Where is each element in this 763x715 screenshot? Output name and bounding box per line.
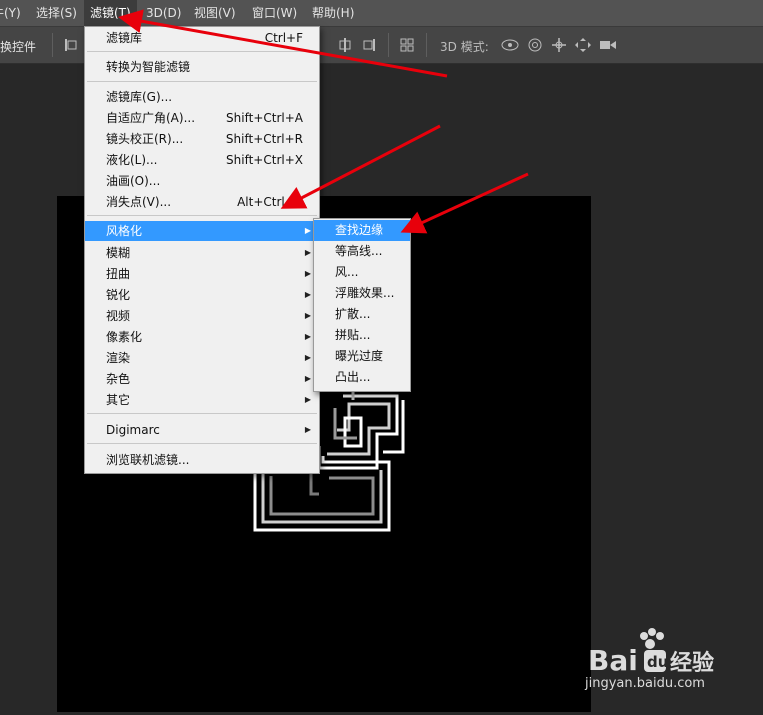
- submenu-item-solarize[interactable]: 曝光过度: [314, 346, 410, 367]
- menu-view[interactable]: 视图(V): [194, 0, 236, 26]
- menu-item-stylize[interactable]: 风格化 ▶: [85, 221, 319, 241]
- menu-item-noise[interactable]: 杂色 ▶: [85, 369, 319, 389]
- menu-item-liquify[interactable]: 液化(L)... Shift+Ctrl+X: [85, 150, 319, 170]
- menu-item-lens-correction[interactable]: 镜头校正(R)... Shift+Ctrl+R: [85, 129, 319, 149]
- distribute-icon[interactable]: [400, 37, 414, 53]
- 3d-mode-label: 3D 模式:: [440, 40, 489, 54]
- submenu-arrow-icon: ▶: [304, 290, 311, 299]
- align-right-icon[interactable]: [362, 37, 376, 53]
- menu-select[interactable]: 选择(S): [36, 0, 77, 26]
- baidu-logo-icon: Bai 经验 du: [588, 628, 714, 677]
- svg-text:du: du: [647, 653, 668, 671]
- menu-image[interactable]: 牛(Y): [0, 0, 21, 26]
- submenu-arrow-icon: ▶: [304, 374, 311, 383]
- menu-item-oil-paint[interactable]: 油画(O)...: [85, 171, 319, 191]
- divider: [388, 33, 389, 57]
- menu-item-distort[interactable]: 扭曲 ▶: [85, 264, 319, 284]
- menu-item-other[interactable]: 其它 ▶: [85, 390, 319, 410]
- submenu-arrow-icon: ▶: [304, 395, 311, 404]
- submenu-item-tiles[interactable]: 拼贴...: [314, 325, 410, 346]
- menu-help[interactable]: 帮助(H): [312, 0, 354, 26]
- divider: [426, 33, 427, 57]
- submenu-item-find-edges[interactable]: 查找边缘: [314, 220, 410, 241]
- filter-menu: 滤镜库 Ctrl+F 转换为智能滤镜 滤镜库(G)... 自适应广角(A)... S…: [84, 26, 320, 474]
- submenu-arrow-icon: ▶: [304, 311, 311, 320]
- watermark-url: jingyan.baidu.com: [585, 676, 705, 691]
- roll-3d-icon[interactable]: [526, 37, 544, 53]
- menu-item-video[interactable]: 视频 ▶: [85, 306, 319, 326]
- menu-item-blur[interactable]: 模糊 ▶: [85, 243, 319, 263]
- align-left-icon[interactable]: [64, 37, 78, 53]
- submenu-arrow-icon: ▶: [304, 226, 311, 235]
- transform-controls-label[interactable]: 换控件: [0, 38, 36, 55]
- menu-item-adaptive-wide-angle[interactable]: 自适应广角(A)... Shift+Ctrl+A: [85, 108, 319, 128]
- menu-separator: [87, 215, 317, 216]
- menu-separator: [87, 443, 317, 444]
- slide-3d-icon[interactable]: [574, 37, 592, 53]
- submenu-arrow-icon: ▶: [304, 269, 311, 278]
- submenu-arrow-icon: ▶: [304, 332, 311, 341]
- menu-item-last-filter[interactable]: 滤镜库 Ctrl+F: [85, 28, 319, 48]
- menu-item-sharpen[interactable]: 锐化 ▶: [85, 285, 319, 305]
- submenu-item-diffuse[interactable]: 扩散...: [314, 304, 410, 325]
- menu-window[interactable]: 窗口(W): [252, 0, 297, 26]
- menu-item-browse-filters-online[interactable]: 浏览联机滤镜...: [85, 450, 319, 470]
- menu-item-vanishing-point[interactable]: 消失点(V)... Alt+Ctrl+V: [85, 192, 319, 212]
- menu-bar: 牛(Y) 选择(S) 滤镜(T) 3D(D) 视图(V) 窗口(W) 帮助(H): [0, 0, 763, 27]
- menu-item-filter-gallery[interactable]: 滤镜库(G)...: [85, 87, 319, 107]
- pan-3d-icon[interactable]: [550, 37, 568, 53]
- rotate-3d-icon[interactable]: [500, 37, 520, 53]
- menu-3d[interactable]: 3D(D): [146, 0, 181, 26]
- submenu-item-extrude[interactable]: 凸出...: [314, 367, 410, 388]
- divider: [52, 33, 53, 57]
- menu-item-digimarc[interactable]: Digimarc ▶: [85, 420, 319, 440]
- menu-item-render[interactable]: 渲染 ▶: [85, 348, 319, 368]
- stylize-submenu: 查找边缘 等高线... 风... 浮雕效果... 扩散... 拼贴... 曝光过…: [313, 218, 411, 392]
- menu-item-convert-smart-filter[interactable]: 转换为智能滤镜: [85, 57, 319, 77]
- submenu-item-emboss[interactable]: 浮雕效果...: [314, 283, 410, 304]
- align-h-center-icon[interactable]: [338, 37, 352, 53]
- submenu-arrow-icon: ▶: [304, 248, 311, 257]
- menu-item-pixelate[interactable]: 像素化 ▶: [85, 327, 319, 347]
- submenu-arrow-icon: ▶: [304, 425, 311, 434]
- svg-text:Bai: Bai: [588, 644, 638, 677]
- submenu-item-wind[interactable]: 风...: [314, 262, 410, 283]
- submenu-arrow-icon: ▶: [304, 353, 311, 362]
- menu-separator: [87, 81, 317, 82]
- submenu-item-contour[interactable]: 等高线...: [314, 241, 410, 262]
- svg-text:经验: 经验: [670, 650, 714, 676]
- menu-filter[interactable]: 滤镜(T): [84, 0, 137, 26]
- menu-separator: [87, 51, 317, 52]
- scale-3d-icon[interactable]: [598, 37, 618, 53]
- menu-separator: [87, 413, 317, 414]
